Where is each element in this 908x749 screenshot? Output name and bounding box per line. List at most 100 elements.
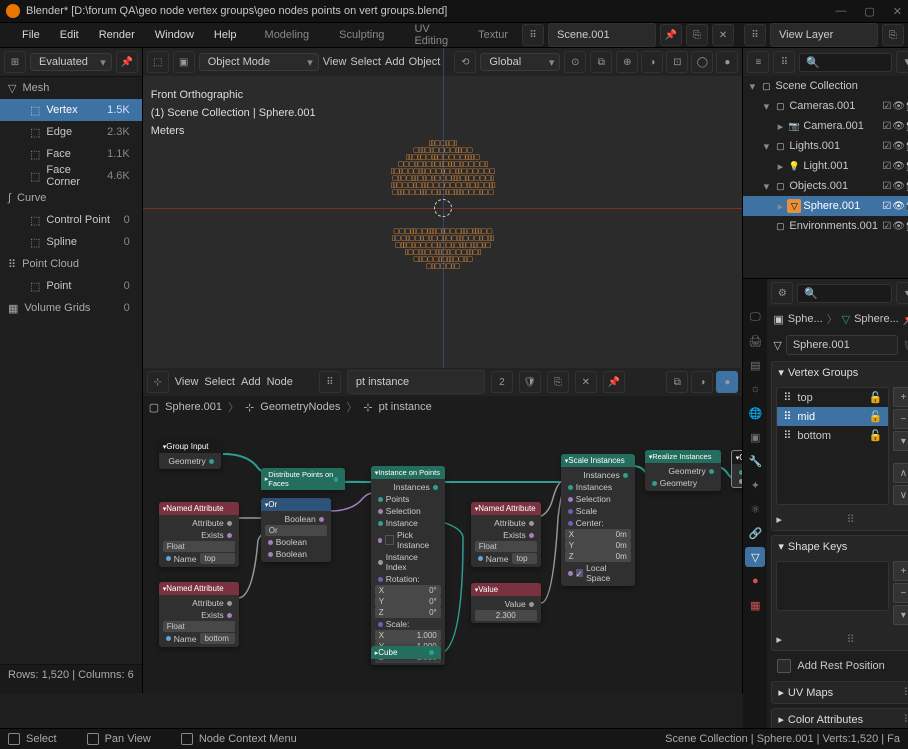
node-distribute-points[interactable]: ▸Distribute Points on Faces bbox=[261, 468, 345, 490]
play-icon[interactable]: ▸ bbox=[776, 633, 782, 646]
tab-material-icon[interactable]: ● bbox=[745, 571, 765, 591]
vg-remove-button[interactable]: − bbox=[893, 409, 908, 429]
node-overlay-icon[interactable]: ◑ bbox=[691, 371, 713, 393]
orientation-icon[interactable]: ⟲ bbox=[454, 51, 476, 73]
interaction-mode-dropdown[interactable]: Object Mode bbox=[199, 53, 319, 71]
shield-icon[interactable]: 🛡 bbox=[902, 339, 908, 352]
node-group-output[interactable]: ▾Group Output Geometry bbox=[731, 450, 743, 488]
shape-key-list[interactable] bbox=[776, 561, 889, 611]
vg-menu-button[interactable]: ▾ bbox=[893, 431, 908, 451]
nodetree-pin-icon[interactable]: 📌 bbox=[603, 371, 625, 393]
vg-moveup-button[interactable]: ∧ bbox=[893, 463, 908, 483]
node-named-attribute-bottom[interactable]: ▾Named Attribute Attribute Exists Float … bbox=[159, 582, 239, 647]
tab-scene-icon[interactable]: ☼ bbox=[745, 379, 765, 399]
node-menu-node[interactable]: Node bbox=[267, 376, 293, 388]
scene-delete-icon[interactable]: ✕ bbox=[712, 24, 734, 46]
editor-type-icon[interactable]: ≡ bbox=[747, 51, 769, 73]
vg-movedown-button[interactable]: ∨ bbox=[893, 485, 908, 505]
vg-add-button[interactable]: + bbox=[893, 387, 908, 407]
menu-window[interactable]: Window bbox=[147, 26, 202, 44]
node-boolean-or[interactable]: ▾Or Boolean Or Boolean Boolean bbox=[261, 498, 331, 562]
outliner-display-icon[interactable]: ⠿ bbox=[773, 51, 795, 73]
sk-add-button[interactable]: + bbox=[893, 561, 908, 581]
node-menu-view[interactable]: View bbox=[175, 376, 199, 388]
outliner-item[interactable]: ▢Environments.001☑👁📷 bbox=[743, 216, 908, 236]
nodetree-name-input[interactable]: pt instance bbox=[347, 370, 485, 394]
play-icon[interactable]: ▸ bbox=[776, 513, 782, 526]
tab-texture-icon[interactable]: ▦ bbox=[745, 595, 765, 615]
outliner-item[interactable]: ▾▢Lights.001☑👁📷 bbox=[743, 136, 908, 156]
viewlayer-browse-icon[interactable]: ⠿ bbox=[744, 24, 766, 46]
nodetree-delete-icon[interactable]: ✕ bbox=[575, 371, 597, 393]
tab-output-icon[interactable]: 🖨 bbox=[745, 331, 765, 351]
outliner-item[interactable]: ▸💡Light.001☑👁📷 bbox=[743, 156, 908, 176]
domain-item[interactable]: ⬚Control Point0 bbox=[0, 209, 142, 231]
outliner-item[interactable]: ▾▢Cameras.001☑👁📷 bbox=[743, 96, 908, 116]
editor-type-icon[interactable]: ⊹ bbox=[147, 371, 169, 393]
sk-menu-button[interactable]: ▾ bbox=[893, 605, 908, 625]
outliner-item[interactable]: ▸📷Camera.001☑👁📷 bbox=[743, 116, 908, 136]
node-realize-instances[interactable]: ▾Realize Instances Geometry Geometry bbox=[645, 450, 721, 491]
domain-item[interactable]: ⬚Face1.1K bbox=[0, 143, 142, 165]
outliner-search-input[interactable]: 🔍 bbox=[799, 53, 892, 72]
viewport-menu-view[interactable]: View bbox=[323, 56, 347, 68]
scene-pin-icon[interactable]: 📌 bbox=[660, 24, 682, 46]
domain-item[interactable]: ⬚Spline0 bbox=[0, 231, 142, 253]
nodetree-new-icon[interactable]: ⎘ bbox=[547, 371, 569, 393]
properties-search-input[interactable]: 🔍 bbox=[797, 284, 892, 303]
outliner-item[interactable]: ▾▢Objects.001☑👁📷 bbox=[743, 176, 908, 196]
nodetree-fake-icon[interactable]: 🛡 bbox=[519, 371, 541, 393]
close-button[interactable]: ✕ bbox=[893, 5, 902, 18]
node-value[interactable]: ▾Value Value 2.300 bbox=[471, 583, 541, 623]
pivot-icon[interactable]: ⊙ bbox=[564, 51, 586, 73]
node-scale-instances[interactable]: ▾Scale Instances Instances Instances Sel… bbox=[561, 454, 635, 586]
tab-object-icon[interactable]: ▣ bbox=[745, 427, 765, 447]
tab-texturing[interactable]: Textur bbox=[468, 26, 518, 44]
outliner-scene-collection[interactable]: ▾▢ Scene Collection bbox=[743, 76, 908, 96]
xray-icon[interactable]: ⊡ bbox=[666, 51, 688, 73]
menu-help[interactable]: Help bbox=[206, 26, 245, 44]
gizmo-icon[interactable]: ⊕ bbox=[616, 51, 638, 73]
mesh-name-input[interactable]: Sphere.001 bbox=[786, 335, 899, 355]
domain-item[interactable]: ⬚Point0 bbox=[0, 275, 142, 297]
viewport-menu-add[interactable]: Add bbox=[385, 56, 405, 68]
domain-item[interactable]: ⬚Vertex1.5K bbox=[0, 99, 142, 121]
scene-name-input[interactable]: Scene.001 bbox=[548, 23, 656, 47]
tab-physics-icon[interactable]: ⚛ bbox=[745, 499, 765, 519]
tab-modeling[interactable]: Modeling bbox=[255, 26, 320, 44]
tab-data-icon[interactable]: ▽ bbox=[745, 547, 765, 567]
domain-item[interactable]: ⬚Face Corner4.6K bbox=[0, 165, 142, 187]
editor-type-icon[interactable]: ⚙ bbox=[771, 282, 793, 304]
vertex-group-item[interactable]: ⠿bottom🔓 bbox=[777, 426, 888, 445]
shading-solid-icon[interactable]: ● bbox=[716, 51, 738, 73]
properties-options-icon[interactable]: ▾ bbox=[896, 282, 908, 304]
domain-group[interactable]: ⠿Point Cloud bbox=[0, 253, 142, 275]
tab-modifier-icon[interactable]: 🔧 bbox=[745, 451, 765, 471]
scene-new-icon[interactable]: ⎘ bbox=[686, 24, 708, 46]
tab-particle-icon[interactable]: ✦ bbox=[745, 475, 765, 495]
menu-render[interactable]: Render bbox=[91, 26, 143, 44]
shading-wireframe-icon[interactable]: ◯ bbox=[691, 51, 713, 73]
tab-render-icon[interactable]: 🖵 bbox=[745, 307, 765, 327]
node-named-attribute-top2[interactable]: ▾Named Attribute Attribute Exists Float … bbox=[471, 502, 541, 567]
editor-type-icon[interactable]: ⊞ bbox=[4, 51, 26, 73]
outliner-filter-icon[interactable]: ▼ bbox=[896, 51, 908, 73]
panel-uv-maps[interactable]: ▸UV Maps⠿ bbox=[771, 681, 908, 704]
sk-remove-button[interactable]: − bbox=[893, 583, 908, 603]
viewport-menu-select[interactable]: Select bbox=[350, 56, 381, 68]
scene-browse-icon[interactable]: ⠿ bbox=[522, 24, 544, 46]
spreadsheet-pin-icon[interactable]: 📌 bbox=[116, 51, 138, 73]
tab-world-icon[interactable]: 🌐 bbox=[745, 403, 765, 423]
viewport-menu-object[interactable]: Object bbox=[409, 56, 441, 68]
minimize-button[interactable]: — bbox=[835, 5, 846, 18]
snap-icon[interactable]: ⧉ bbox=[590, 51, 612, 73]
vertex-group-list[interactable]: ⠿top🔓⠿mid🔓⠿bottom🔓 bbox=[776, 387, 889, 505]
spreadsheet-mode-dropdown[interactable]: Evaluated bbox=[30, 53, 112, 71]
tab-uvediting[interactable]: UV Editing bbox=[404, 20, 458, 50]
3d-viewport[interactable]: ⬚ ▣ Object Mode View Select Add Object ⟲… bbox=[143, 48, 743, 368]
node-menu-select[interactable]: Select bbox=[204, 376, 235, 388]
node-snap-icon[interactable]: ⧉ bbox=[666, 371, 688, 393]
menu-edit[interactable]: Edit bbox=[52, 26, 87, 44]
vertex-group-item[interactable]: ⠿top🔓 bbox=[777, 388, 888, 407]
add-rest-position-checkbox[interactable]: Add Rest Position bbox=[767, 653, 908, 679]
